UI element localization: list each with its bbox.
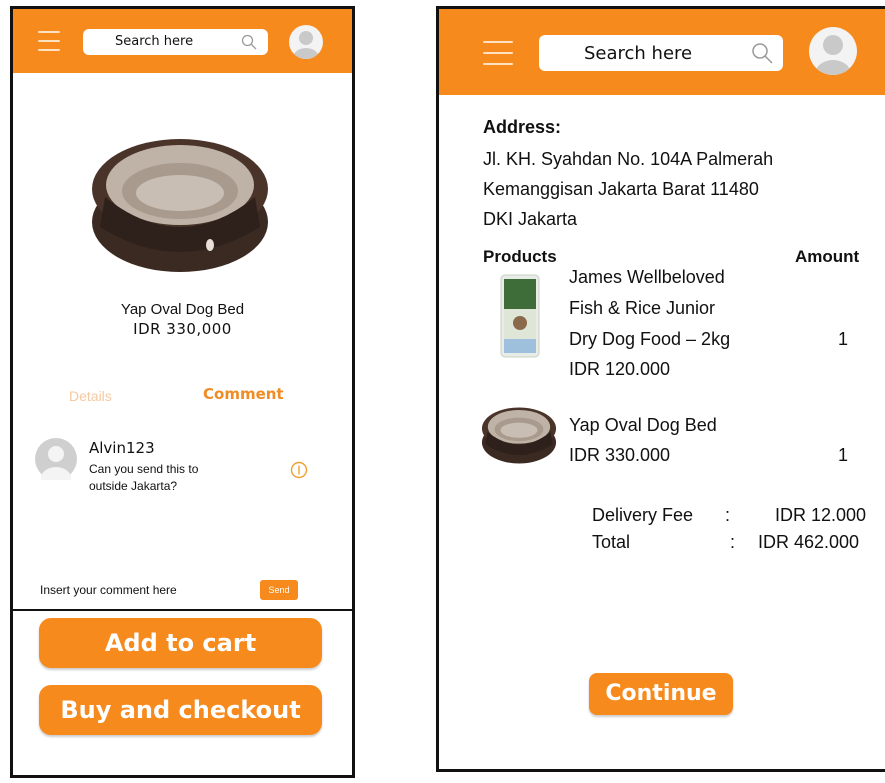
item2-price: IDR 330.000 — [569, 445, 671, 465]
item1-line3: Dry Dog Food – 2kg — [569, 329, 731, 349]
comment-text-line1: Can you send this to — [89, 462, 199, 476]
item1-qty: 1 — [838, 329, 849, 349]
product-thumbnail-dog-food — [500, 274, 540, 358]
product-screen: Search here Yap Oval Dog Bed IDR 330,000… — [10, 6, 355, 778]
total-value: IDR 462.000 — [758, 532, 860, 552]
commenter-avatar — [35, 438, 77, 480]
buy-checkout-button[interactable]: Buy and checkout — [39, 685, 322, 735]
product-thumbnail-dog-bed — [481, 407, 557, 464]
user-icon — [293, 31, 319, 59]
search-placeholder: Search here — [584, 43, 693, 64]
item2-line1: Yap Oval Dog Bed — [569, 415, 717, 435]
item1-line1: James Wellbeloved — [569, 267, 725, 287]
tab-comment[interactable]: Comment — [203, 385, 284, 403]
delivery-fee-value: IDR 12.000 — [775, 505, 867, 525]
send-button[interactable]: Send — [260, 580, 298, 600]
product-name: Yap Oval Dog Bed — [120, 301, 245, 318]
item1-price: IDR 120.000 — [569, 359, 671, 379]
top-bar: Search here — [13, 9, 352, 73]
profile-avatar[interactable] — [809, 27, 857, 75]
top-bar: Search here — [439, 9, 885, 95]
total-sep: : — [730, 532, 736, 552]
search-input[interactable]: Search here — [539, 35, 783, 71]
product-price: IDR 330,000 — [133, 320, 232, 338]
search-icon[interactable] — [241, 34, 257, 50]
item2-qty: 1 — [838, 445, 849, 465]
user-icon — [815, 35, 851, 75]
comment-username: Alvin123 — [89, 439, 155, 457]
separator-line — [13, 609, 352, 611]
add-to-cart-button[interactable]: Add to cart — [39, 618, 322, 668]
continue-button[interactable]: Continue — [589, 673, 733, 715]
products-header: Products — [483, 247, 557, 266]
comment-text-line2: outside Jakarta? — [89, 479, 178, 493]
checkout-screen: Search here Address: Jl. KH. Syahdan No.… — [436, 6, 885, 772]
profile-avatar[interactable] — [289, 25, 323, 59]
delivery-fee-sep: : — [725, 505, 731, 525]
address-label: Address: — [483, 117, 562, 137]
menu-icon[interactable] — [483, 41, 513, 65]
total-label: Total — [592, 532, 631, 552]
address-line3: DKI Jakarta — [483, 209, 578, 229]
search-input[interactable]: Search here — [83, 29, 268, 55]
item1-line2: Fish & Rice Junior — [569, 298, 716, 318]
menu-icon[interactable] — [38, 31, 60, 51]
tab-details[interactable]: Details — [69, 388, 112, 404]
address-line1: Jl. KH. Syahdan No. 104A Palmerah — [483, 149, 774, 169]
report-icon[interactable] — [290, 461, 308, 479]
delivery-fee-label: Delivery Fee — [592, 505, 694, 525]
amount-header: Amount — [795, 247, 860, 266]
search-icon[interactable] — [751, 42, 773, 64]
address-line2: Kemanggisan Jakarta Barat 11480 — [483, 179, 759, 199]
comment-input[interactable]: Insert your comment here — [40, 583, 177, 597]
search-placeholder: Search here — [115, 34, 194, 49]
product-image — [92, 139, 268, 272]
